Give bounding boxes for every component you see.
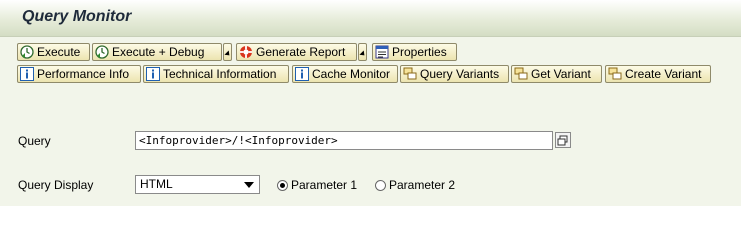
- cache-monitor-button[interactable]: Cache Monitor: [292, 65, 398, 83]
- info-icon: [20, 67, 34, 81]
- technical-information-button[interactable]: Technical Information: [143, 65, 289, 83]
- properties-label: Properties: [392, 45, 447, 59]
- form-area: Query <Infoprovider>/!<Infoprovider> Que…: [0, 123, 741, 206]
- generate-report-label: Generate Report: [256, 45, 346, 59]
- query-display-label: Query Display: [18, 178, 94, 192]
- query-display-value: HTML: [140, 177, 173, 191]
- toolbar-area: Execute Execute + Debug Generate Report: [0, 37, 741, 123]
- dropdown-arrow-icon: [358, 50, 367, 58]
- multi-window-icon: [557, 135, 568, 146]
- variant-icon: [403, 67, 417, 80]
- performance-info-label: Performance Info: [37, 67, 130, 81]
- radio-selected-icon: [277, 179, 288, 191]
- query-variants-label: Query Variants: [420, 67, 500, 81]
- lifebuoy-icon: [240, 46, 252, 58]
- dropdown-arrow-icon: [223, 50, 232, 58]
- info-icon: [295, 67, 309, 81]
- performance-info-button[interactable]: Performance Info: [17, 65, 141, 83]
- generate-report-dropdown[interactable]: [358, 43, 367, 61]
- query-value-help-button[interactable]: [555, 132, 571, 148]
- execute-button[interactable]: Execute: [17, 43, 90, 61]
- get-variant-button[interactable]: Get Variant: [511, 65, 602, 83]
- technical-information-label: Technical Information: [163, 67, 277, 81]
- query-input[interactable]: <Infoprovider>/!<Infoprovider>: [135, 131, 553, 150]
- info-icon: [146, 67, 160, 81]
- properties-icon: [375, 45, 389, 59]
- page-title: Query Monitor: [22, 8, 132, 25]
- properties-button[interactable]: Properties: [372, 43, 457, 61]
- radio-parameter-2-label: Parameter 2: [389, 178, 456, 192]
- radio-parameter-1[interactable]: Parameter 1: [277, 178, 357, 192]
- cache-monitor-label: Cache Monitor: [312, 67, 391, 81]
- execute-debug-button[interactable]: Execute + Debug: [92, 43, 222, 61]
- query-monitor-window: Query Monitor Execute Execute + Debug Ge…: [0, 0, 741, 206]
- clock-run-icon: [20, 45, 34, 59]
- clock-run-icon: [95, 45, 109, 59]
- query-field-label: Query: [18, 134, 51, 148]
- execute-debug-label: Execute + Debug: [112, 45, 205, 59]
- radio-parameter-2[interactable]: Parameter 2: [375, 178, 455, 192]
- title-bar: Query Monitor: [0, 0, 741, 37]
- chevron-down-icon: [244, 182, 254, 188]
- get-variant-label: Get Variant: [531, 67, 591, 81]
- execute-debug-dropdown[interactable]: [223, 43, 232, 61]
- query-variants-button[interactable]: Query Variants: [400, 65, 509, 83]
- generate-report-button[interactable]: Generate Report: [236, 43, 357, 61]
- radio-parameter-1-label: Parameter 1: [291, 178, 358, 192]
- radio-unselected-icon: [375, 179, 386, 191]
- create-variant-label: Create Variant: [625, 67, 702, 81]
- query-display-select[interactable]: HTML: [135, 175, 260, 194]
- execute-label: Execute: [37, 45, 81, 59]
- variant-icon: [608, 67, 622, 80]
- create-variant-button[interactable]: Create Variant: [605, 65, 711, 83]
- variant-icon: [514, 67, 528, 80]
